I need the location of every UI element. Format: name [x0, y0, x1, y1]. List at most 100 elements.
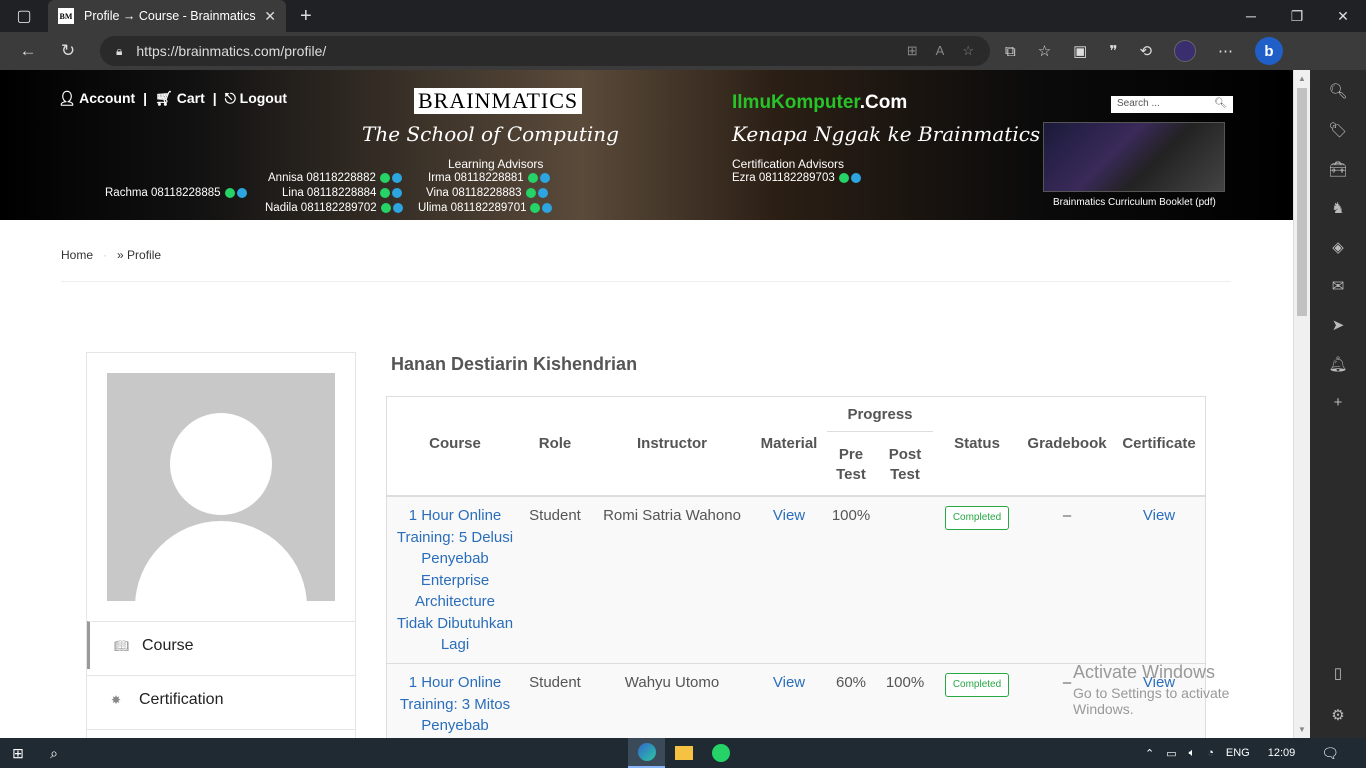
account-link[interactable]: 👤︎ Account	[58, 90, 135, 107]
pre-test-cell: 100%	[831, 507, 871, 524]
games-icon[interactable]: ♞	[1331, 199, 1344, 217]
scroll-down-icon[interactable]: ▼	[1298, 725, 1306, 734]
booklet-caption[interactable]: Brainmatics Curriculum Booklet (pdf)	[1053, 197, 1216, 208]
whatsapp-icon[interactable]	[380, 202, 391, 213]
whatsapp-icon[interactable]	[527, 172, 538, 183]
close-window-icon[interactable]: ✕	[1320, 8, 1366, 25]
table-header: Course Role Instructor Material Progress…	[387, 397, 1205, 497]
learning-advisors-heading: Learning Advisors	[448, 157, 544, 171]
search-icon[interactable]: 🔍︎	[1214, 98, 1227, 111]
extensions-icon[interactable]: ⧉	[1005, 43, 1016, 60]
material-view-link[interactable]: View	[757, 672, 821, 694]
lock-icon[interactable]: 🔒︎	[116, 44, 122, 59]
add-favorite-icon[interactable]: ☆	[962, 43, 974, 59]
telegram-icon[interactable]	[542, 202, 553, 213]
menu-item-certification[interactable]: ✸ Certification	[87, 675, 355, 723]
language-indicator[interactable]: ENG	[1226, 747, 1250, 759]
telegram-icon[interactable]	[392, 202, 403, 213]
windows-start-icon[interactable]: ⊞	[0, 745, 36, 762]
system-tray: ⌃ ▭ 🔈︎ ◔ ENG 12:09 🗨︎	[1145, 745, 1339, 762]
back-icon[interactable]: ←	[8, 41, 48, 61]
url-field[interactable]: 🔒︎ https://brainmatics.com/profile/ ⊞ A …	[100, 36, 990, 66]
whatsapp-icon[interactable]	[530, 202, 541, 213]
quote-icon[interactable]: ❞	[1109, 42, 1117, 60]
telegram-icon[interactable]	[236, 187, 247, 198]
curriculum-booklet-image[interactable]	[1043, 122, 1225, 192]
telegram-icon[interactable]	[537, 187, 548, 198]
collections-icon[interactable]: ▣	[1073, 42, 1087, 60]
hide-sidebar-icon[interactable]: ▯	[1334, 664, 1342, 682]
whatsapp-taskbar-icon[interactable]	[702, 738, 739, 768]
edge-sidebar: 🔍︎ 🏷︎ 🧰︎ ♞ ◈ ✉ ➤ 🔔︎ + ▯ ⚙	[1310, 70, 1366, 738]
notifications-icon[interactable]: 🗨︎	[1321, 745, 1339, 762]
menu-item-course[interactable]: 📖︎ Course	[87, 621, 355, 669]
notification-icon[interactable]: 🔔︎	[1328, 355, 1347, 373]
menu-item-next[interactable]	[87, 729, 355, 738]
outlook-icon[interactable]: ✉	[1332, 277, 1345, 295]
performance-icon[interactable]: ⟲	[1139, 42, 1152, 60]
ilmukomputer-logo[interactable]: IlmuKomputer.Com	[732, 92, 907, 114]
whatsapp-icon[interactable]	[380, 187, 391, 198]
browser-tab[interactable]: BM Profile → Course - Brainmatics ✕	[48, 0, 286, 32]
scrollbar-thumb[interactable]	[1297, 88, 1307, 316]
course-link[interactable]: 1 Hour Online Training: 3 Mitos Penyebab	[395, 672, 515, 737]
file-explorer-icon[interactable]	[665, 738, 702, 768]
site-banner: 👤︎ Account | 🛒︎ Cart | ⎋ Logout BRAINMAT…	[0, 70, 1293, 220]
whatsapp-icon[interactable]	[525, 187, 536, 198]
whatsapp-icon[interactable]	[379, 172, 390, 183]
whatsapp-icon[interactable]	[838, 172, 849, 183]
search-icon[interactable]: 🔍︎	[1328, 82, 1347, 100]
close-tab-icon[interactable]: ✕	[264, 8, 276, 25]
minimize-icon[interactable]: ─	[1228, 8, 1274, 25]
address-toolbar: ← ↻ 🔒︎ https://brainmatics.com/profile/ …	[0, 32, 1366, 70]
drop-icon[interactable]: ➤	[1332, 316, 1345, 334]
wifi-icon[interactable]: ◔	[1207, 747, 1214, 759]
tab-actions-icon[interactable]: ▢	[0, 0, 48, 32]
profile-card: 📖︎ Course ✸ Certification	[86, 352, 356, 738]
page-scrollbar[interactable]: ▲ ▼	[1293, 70, 1310, 738]
volume-icon[interactable]: 🔈︎	[1189, 747, 1196, 760]
new-tab-icon[interactable]: +	[300, 5, 312, 28]
telegram-icon[interactable]	[392, 187, 403, 198]
profile-avatar-icon[interactable]	[1174, 40, 1197, 62]
refresh-icon[interactable]: ↻	[48, 41, 88, 61]
contact-irma: Irma 08118228881	[428, 172, 550, 184]
header-material: Material	[760, 435, 818, 452]
role-cell: Student	[529, 507, 581, 524]
browser-tab-bar: ▢ BM Profile → Course - Brainmatics ✕ + …	[0, 0, 1366, 32]
taskbar-search-icon[interactable]: ⌕	[36, 745, 72, 762]
chevron-up-icon[interactable]: ⌃	[1145, 747, 1154, 760]
read-aloud-icon[interactable]: A	[936, 43, 945, 59]
shopping-icon[interactable]: 🏷︎	[1328, 121, 1347, 139]
material-view-link[interactable]: View	[757, 505, 821, 527]
scroll-up-icon[interactable]: ▲	[1298, 74, 1306, 83]
telegram-icon[interactable]	[391, 172, 402, 183]
certificate-view-link[interactable]: View	[1117, 505, 1201, 527]
whatsapp-icon[interactable]	[224, 187, 235, 198]
course-link[interactable]: 1 Hour Online Training: 5 Delusi Penyeba…	[395, 505, 515, 656]
settings-gear-icon[interactable]: ⚙	[1331, 706, 1344, 724]
battery-icon[interactable]: ▭	[1166, 747, 1176, 760]
site-search-input[interactable]: Search ... 🔍︎	[1111, 96, 1233, 113]
gradebook-cell: –	[1062, 507, 1072, 524]
bing-copilot-icon[interactable]: b	[1255, 37, 1284, 65]
restore-icon[interactable]: ❐	[1274, 8, 1320, 25]
header-status: Status	[954, 435, 1000, 452]
logout-link[interactable]: ⎋ Logout	[225, 90, 287, 107]
favorites-icon[interactable]: ☆	[1038, 42, 1051, 60]
brainmatics-logo[interactable]: BRAINMATICS	[414, 88, 583, 114]
microsoft-365-icon[interactable]: ◈	[1332, 238, 1344, 256]
breadcrumb-home[interactable]: Home	[61, 248, 93, 262]
header-progress: Progress	[827, 406, 933, 432]
clock[interactable]: 12:09	[1268, 747, 1296, 759]
app-available-icon[interactable]: ⊞	[907, 43, 918, 59]
telegram-icon[interactable]	[850, 172, 861, 183]
favicon-icon: BM	[58, 8, 74, 24]
tools-icon[interactable]: 🧰︎	[1328, 160, 1347, 178]
url-text: https://brainmatics.com/profile/	[136, 43, 327, 59]
cart-link[interactable]: 🛒︎ Cart	[155, 90, 205, 107]
more-menu-icon[interactable]: ⋯	[1218, 42, 1233, 60]
add-icon[interactable]: +	[1334, 394, 1343, 411]
edge-taskbar-icon[interactable]	[628, 738, 665, 768]
telegram-icon[interactable]	[539, 172, 550, 183]
